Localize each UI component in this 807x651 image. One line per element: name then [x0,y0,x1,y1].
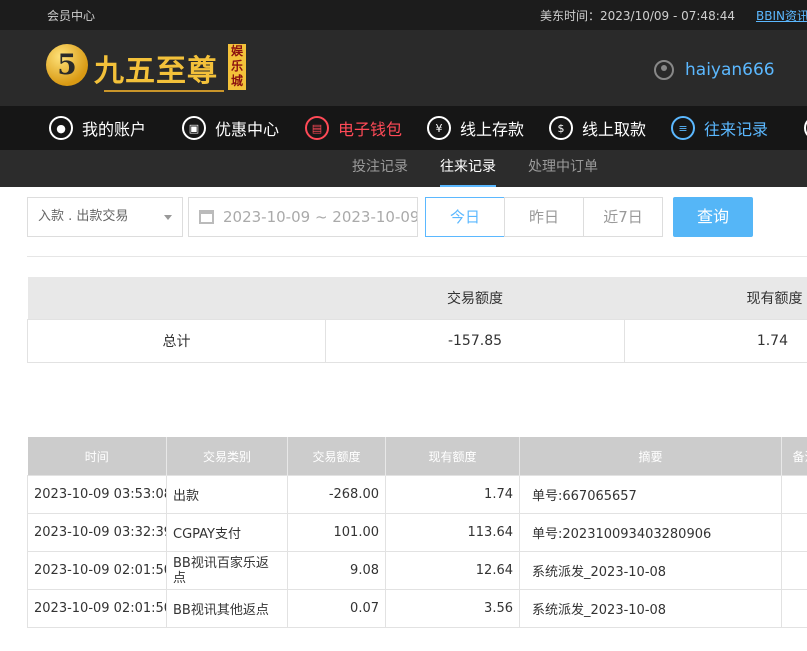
user-icon [654,60,674,80]
transaction-type-value: 入款 . 出款交易 [38,209,129,224]
main-nav: ● 我的账户 ▣ 优惠中心 ▤ 电子钱包 ¥ 线上存款 $ 线上取款 ≡ 往来记… [0,106,807,150]
col-summary: 摘要 [519,437,782,476]
nav-online-deposit[interactable]: ¥ 线上存款 [427,106,524,150]
nav-label: 线上取款 [582,120,647,139]
table-row: 2023-10-09 02:01:50 BB视讯百家乐返点 9.08 12.64… [27,551,807,590]
username[interactable]: haiyan666 [685,60,775,80]
cell-amount: -268.00 [287,475,386,514]
logo-name: 九五至尊 [94,54,218,89]
calendar-icon [199,210,214,224]
header: 5 九五至尊 娱乐城 haiyan666 [0,30,807,106]
cell-summary: 系统派发_2023-10-08 [519,551,782,590]
user-account[interactable]: haiyan666 [654,58,775,82]
nav-my-account[interactable]: ● 我的账户 [49,106,146,150]
cell-remark [781,475,807,514]
top-bar: 会员中心 美东时间：2023/10/09 - 07:48:44 BBIN资讯 [0,0,807,30]
summary-table: 交易额度 现有额度 总计 -157.85 1.74 [27,277,807,363]
logo-emblem: 5 [46,44,88,86]
col-remark: 备注 [781,437,807,476]
user-icon: ● [49,116,73,140]
cell-balance: 3.56 [385,589,520,628]
nav-label: 往来记录 [704,120,769,139]
today-button[interactable]: 今日 [425,197,505,237]
logo-ornament [104,90,224,92]
logo-badge: 娱乐城 [228,44,246,90]
table-row: 2023-10-09 03:32:39 CGPAY支付 101.00 113.6… [27,513,807,552]
cell-amount: 9.08 [287,551,386,590]
cell-remark [781,551,807,590]
search-button[interactable]: 查询 [673,197,753,237]
cell-balance: 1.74 [385,475,520,514]
nav-online-withdraw[interactable]: $ 线上取款 [549,106,646,150]
cell-type: BB视讯百家乐返点 [166,551,288,590]
cell-remark [781,513,807,552]
cell-time: 2023-10-09 02:01:50 [27,589,167,628]
bbin-news-link[interactable]: BBIN资讯 [756,7,807,24]
cell-type: 出款 [166,475,288,514]
chevron-down-icon [164,215,172,220]
withdraw-icon: $ [549,116,573,140]
nav-label: 电子钱包 [338,120,403,139]
records-icon: ≡ [671,116,695,140]
summary-total-balance: 1.74 [624,319,807,363]
tab-pending-orders[interactable]: 处理中订单 [528,150,598,187]
date-range-value: 2023-10-09 ~ 2023-10-09 [223,208,418,226]
member-center-link[interactable]: 会员中心 [47,7,95,24]
deposit-icon: ¥ [427,116,451,140]
cell-amount: 101.00 [287,513,386,552]
col-type: 交易类别 [166,437,288,476]
eastern-time: 美东时间：2023/10/09 - 07:48:44 [540,9,736,23]
table-row: 2023-10-09 02:01:50 BB视讯其他返点 0.07 3.56 系… [27,589,807,628]
cell-summary: 系统派发_2023-10-08 [519,589,782,628]
table-row: 2023-10-09 03:53:08 出款 -268.00 1.74 单号:6… [27,475,807,514]
summary-total-label: 总计 [27,319,326,363]
yesterday-button[interactable]: 昨日 [504,197,584,237]
tab-transaction-records[interactable]: 往来记录 [440,150,496,187]
cell-remark [781,589,807,628]
col-time: 时间 [27,437,167,476]
summary-total-amount: -157.85 [325,319,625,363]
cell-summary: 单号:667065657 [519,475,782,514]
cell-type: CGPAY支付 [166,513,288,552]
cell-type: BB视讯其他返点 [166,589,288,628]
transaction-type-select[interactable]: 入款 . 出款交易 [27,197,183,237]
nav-label: 线上存款 [460,120,525,139]
site-logo[interactable]: 5 九五至尊 娱乐城 [46,42,256,98]
summary-header-amount: 交易额度 [325,277,625,320]
nav-promotions[interactable]: ▣ 优惠中心 [182,106,279,150]
cell-amount: 0.07 [287,589,386,628]
cell-summary: 单号:202310093403280906 [519,513,782,552]
cell-balance: 113.64 [385,513,520,552]
nav-label: 我的账户 [82,120,147,139]
summary-header-balance: 现有额度 [624,277,807,320]
nav-e-wallet[interactable]: ▤ 电子钱包 [305,106,402,150]
cell-time: 2023-10-09 02:01:50 [27,551,167,590]
col-balance: 现有额度 [385,437,520,476]
records-table: 时间 交易类别 交易额度 现有额度 摘要 备注 2023-10-09 03:53… [27,437,807,628]
sub-nav: 投注记录 往来记录 处理中订单 [0,150,807,187]
cell-time: 2023-10-09 03:53:08 [27,475,167,514]
date-range-input[interactable]: 2023-10-09 ~ 2023-10-09 [188,197,418,237]
cell-balance: 12.64 [385,551,520,590]
tab-bet-records[interactable]: 投注记录 [352,150,408,187]
cell-time: 2023-10-09 03:32:39 [27,513,167,552]
wallet-icon: ▤ [305,116,329,140]
nav-transaction-records[interactable]: ≡ 往来记录 [671,106,768,150]
col-amount: 交易额度 [287,437,386,476]
gift-icon: ▣ [182,116,206,140]
last-7-days-button[interactable]: 近7日 [583,197,663,237]
divider [27,256,807,257]
nav-label: 优惠中心 [215,120,280,139]
summary-header-empty [27,277,326,320]
